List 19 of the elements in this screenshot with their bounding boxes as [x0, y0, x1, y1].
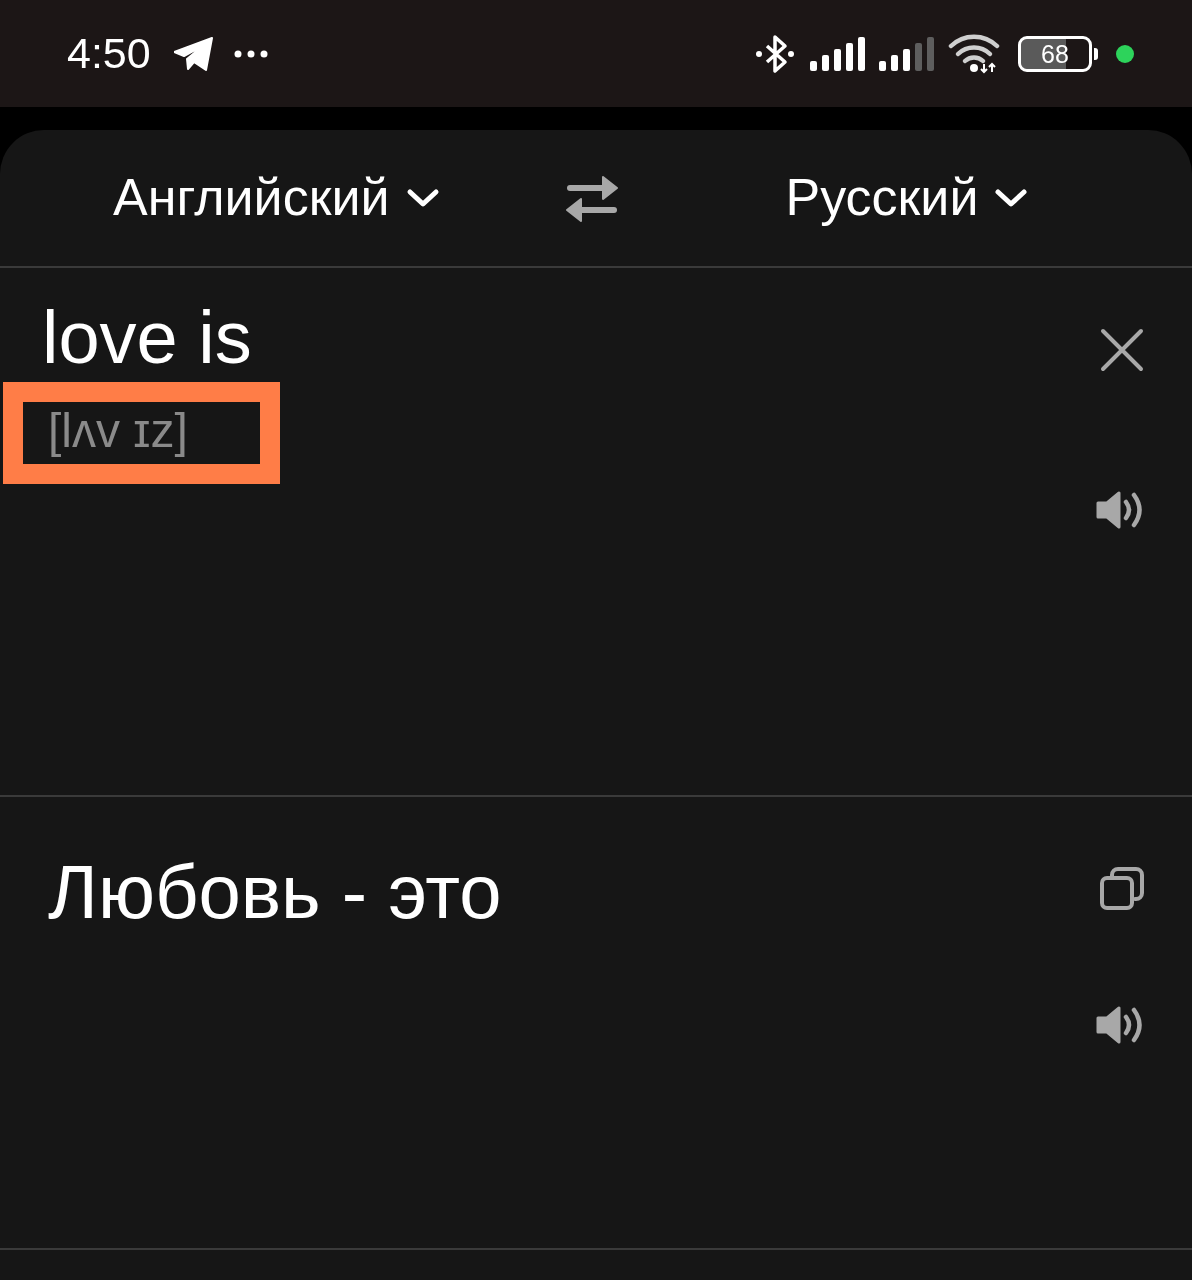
signal-bars-icon — [810, 36, 865, 71]
battery-indicator: 68 — [1018, 35, 1098, 72]
clock-time: 4:50 — [67, 32, 151, 75]
language-selector[interactable]: Русский — [785, 169, 1029, 227]
copy-icon[interactable] — [1100, 866, 1144, 910]
signal-bars-icon — [879, 36, 934, 71]
paper-plane-icon — [173, 36, 213, 71]
swap-arrows-icon[interactable] — [565, 174, 618, 222]
transcription-text: [lʌv ɪz] — [48, 403, 188, 460]
status-dot-icon — [1116, 44, 1134, 63]
language-selector[interactable]: Английский — [113, 169, 440, 227]
chevron-down-icon — [994, 188, 1029, 208]
ellipsis-icon — [233, 49, 268, 58]
translation-text: Любовь - это — [48, 850, 503, 934]
source-text-input[interactable]: love is — [42, 297, 1096, 379]
chevron-down-icon — [405, 188, 440, 208]
bluetooth-icon — [755, 33, 795, 74]
close-icon[interactable] — [1100, 328, 1144, 372]
wifi-icon — [948, 33, 1000, 74]
